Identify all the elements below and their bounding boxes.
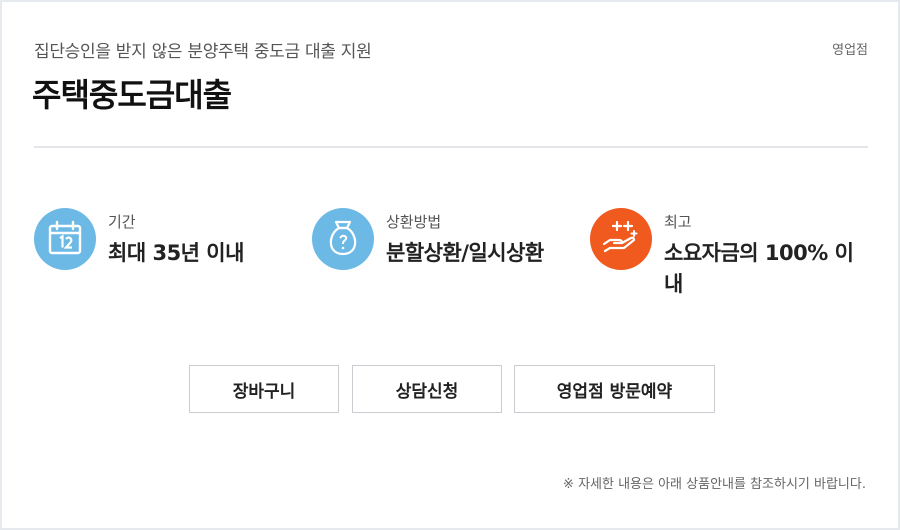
consult-request-button[interactable]: 상담신청 — [352, 365, 502, 413]
info-period: 기간 최대 35년 이내 — [34, 208, 244, 270]
info-max: 최고 소요자금의 100% 이내 — [590, 208, 864, 300]
calendar-icon — [34, 208, 96, 270]
product-card: 집단승인을 받지 않은 분양주택 중도금 대출 지원 영업점 주택중도금대출 기… — [0, 0, 900, 530]
product-title: 주택중도금대출 — [32, 76, 232, 114]
info-period-value: 최대 35년 이내 — [108, 241, 244, 265]
channel-label: 영업점 — [832, 43, 868, 58]
branch-visit-reservation-button[interactable]: 영업점 방문예약 — [514, 365, 715, 413]
money-bag-icon — [312, 208, 374, 270]
notice-text: ※ 자세한 내용은 아래 상품안내를 참조하시기 바랍니다. — [563, 477, 866, 492]
info-period-label: 기간 — [108, 213, 136, 231]
info-repayment-value: 분할상환/일시상환 — [386, 241, 544, 265]
product-subtitle: 집단승인을 받지 않은 분양주택 중도금 대출 지원 — [34, 42, 372, 62]
info-repayment-label: 상환방법 — [386, 213, 442, 231]
info-max-label: 최고 — [664, 213, 692, 231]
cart-button[interactable]: 장바구니 — [189, 365, 339, 413]
divider — [34, 146, 868, 148]
info-repayment: 상환방법 분할상환/일시상환 — [312, 208, 544, 270]
hand-sparkle-icon — [590, 208, 652, 270]
info-max-value: 소요자금의 100% 이내 — [664, 241, 854, 296]
